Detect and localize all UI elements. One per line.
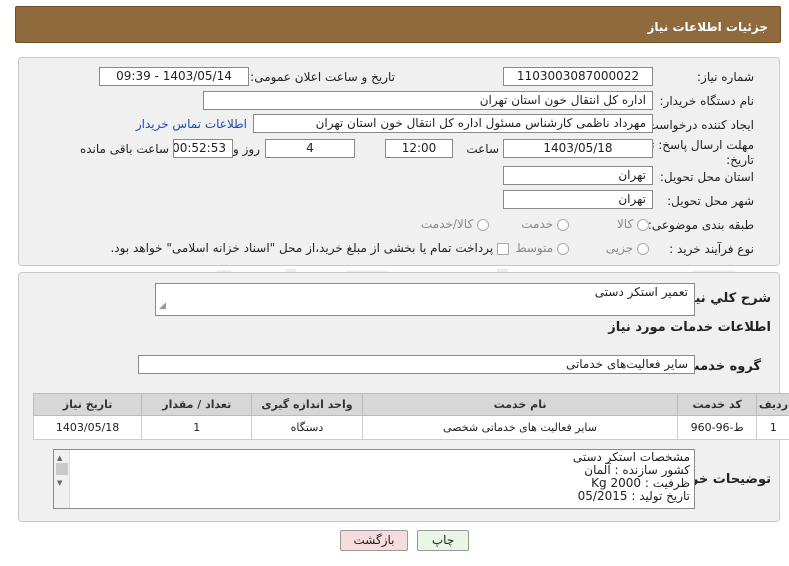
need-details-panel: شماره نیاز: 1103003087000022 تاریخ و ساع… xyxy=(18,57,780,266)
process-option-minor[interactable]: جزیی xyxy=(606,241,649,255)
col-quantity: تعداد / مقدار xyxy=(141,393,253,416)
buyer-field[interactable]: اداره کل انتقال خون استان تهران xyxy=(203,91,653,110)
table-row[interactable]: 1 ط-96-960 سایر فعالیت های خدماتی شخصی د… xyxy=(32,415,789,440)
province-field[interactable]: تهران xyxy=(503,166,653,185)
service-group-field[interactable]: سایر فعالیت‌های خدماتی xyxy=(138,355,695,374)
cell-row-number: 1 xyxy=(755,415,789,440)
table-header-row: ردیف کد خدمت نام خدمت واحد اندازه گیری ت… xyxy=(32,393,789,416)
cell-service-name: سایر فعالیت های خدماتی شخصی xyxy=(361,415,679,440)
province-label: استان محل تحویل: xyxy=(659,170,754,184)
buyer-contact-link[interactable]: اطلاعات تماس خریدار xyxy=(136,117,247,131)
cell-quantity: 1 xyxy=(141,415,253,440)
cell-unit: دستگاه xyxy=(251,415,363,440)
days-field[interactable]: 4 xyxy=(265,139,355,158)
summary-field[interactable]: تعمیر استکر دستی ◢ xyxy=(155,283,695,316)
summary-text: تعمیر استکر دستی xyxy=(594,285,688,299)
deadline-time-field[interactable]: 12:00 xyxy=(385,139,453,158)
need-number-field[interactable]: 1103003087000022 xyxy=(503,67,653,86)
print-button[interactable]: چاپ xyxy=(417,530,469,551)
col-row-number: ردیف xyxy=(755,393,789,416)
services-table: ردیف کد خدمت نام خدمت واحد اندازه گیری ت… xyxy=(32,393,789,440)
process-label: نوع فرآیند خرید : xyxy=(669,242,754,256)
category-option-goods[interactable]: کالا xyxy=(617,217,649,231)
buyer-label: نام دستگاه خریدار: xyxy=(659,94,755,108)
radio-icon[interactable] xyxy=(637,218,649,231)
radio-icon[interactable] xyxy=(477,218,489,231)
days-label: روز و xyxy=(233,142,260,156)
deadline-date-field[interactable]: 1403/05/18 xyxy=(503,139,653,158)
remaining-label: ساعت باقی مانده xyxy=(79,142,169,156)
payment-option[interactable]: پرداخت تمام یا بخشی از مبلغ خرید،از محل … xyxy=(110,241,509,255)
deadline-label-date: تاریخ: xyxy=(726,153,754,167)
back-button[interactable]: بازگشت xyxy=(340,530,408,551)
cell-service-code: ط-96-960 xyxy=(677,415,757,440)
remaining-time-field[interactable]: 00:52:53 xyxy=(173,139,233,158)
need-number-label: شماره نیاز: xyxy=(697,70,754,84)
announce-label: تاریخ و ساعت اعلان عمومی: xyxy=(250,70,395,84)
announce-field[interactable]: 1403/05/14 - 09:39 xyxy=(99,67,249,86)
deadline-time-label: ساعت xyxy=(466,142,499,156)
scroll-down-icon[interactable]: ▼ xyxy=(57,477,62,490)
radio-icon[interactable] xyxy=(637,242,649,255)
col-service-name: نام خدمت xyxy=(361,393,679,416)
city-field[interactable]: تهران xyxy=(503,190,653,209)
col-unit: واحد اندازه گیری xyxy=(251,393,363,416)
radio-icon[interactable] xyxy=(557,218,569,231)
checkbox-icon[interactable] xyxy=(497,242,509,255)
page-header: جزئیات اطلاعات نیاز xyxy=(15,6,781,43)
scroll-thumb[interactable] xyxy=(56,463,68,475)
radio-icon[interactable] xyxy=(557,242,569,255)
category-label: طبقه بندی موضوعی: xyxy=(647,218,754,232)
category-option-service[interactable]: خدمت xyxy=(521,217,569,231)
resize-handle-icon[interactable]: ◢ xyxy=(159,298,166,314)
page-title: جزئیات اطلاعات نیاز xyxy=(647,20,768,34)
city-label: شهر محل تحویل: xyxy=(667,194,754,208)
summary-panel: شرح کلي نياز: تعمیر استکر دستی ◢ اطلاعات… xyxy=(18,272,789,522)
creator-label: ایجاد کننده درخواست: xyxy=(643,118,754,132)
col-service-code: کد خدمت xyxy=(677,393,757,416)
payment-note: پرداخت تمام یا بخشی از مبلغ خرید،از محل … xyxy=(110,241,494,255)
col-need-date: تاریخ نیاز xyxy=(32,393,143,416)
notes-scrollbar[interactable]: ▲ ▼ xyxy=(54,450,70,508)
process-option-medium[interactable]: متوسط xyxy=(515,241,569,255)
creator-field[interactable]: مهرداد ناظمی کارشناس مسئول اداره کل انتق… xyxy=(253,114,653,133)
buyer-notes-field[interactable]: مشخصات استکر دستی کشور سازنده : آلمان ظر… xyxy=(53,449,695,509)
notes-line: تاریخ تولید : 05/2015 xyxy=(577,489,690,503)
cell-need-date: 1403/05/18 xyxy=(32,415,143,440)
category-option-goods-service[interactable]: کالا/خدمت xyxy=(421,217,489,231)
services-section-title: اطلاعات خدمات مورد نیاز xyxy=(608,320,771,335)
deadline-label: مهلت ارسال پاسخ: تا xyxy=(647,138,754,152)
